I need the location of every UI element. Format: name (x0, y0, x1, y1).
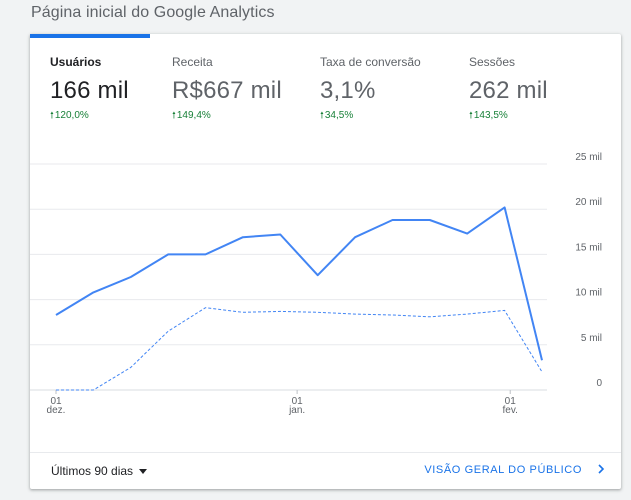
chevron-right-icon (598, 464, 605, 474)
y-tick-label: 10 mil (575, 288, 602, 299)
x-tick-label: jan. (288, 405, 305, 416)
y-tick-label: 20 mil (575, 197, 602, 208)
date-range-label: Últimos 90 dias (51, 464, 134, 478)
y-tick-label: 5 mil (581, 333, 602, 344)
y-tick-label: 15 mil (575, 242, 602, 253)
audience-overview-link[interactable]: VISÃO GERAL DO PÚBLICO (424, 464, 606, 476)
y-tick-label: 0 (596, 378, 602, 389)
page-title: Página inicial do Google Analytics (31, 4, 275, 21)
y-tick-label: 25 mil (575, 152, 602, 163)
x-tick-label: dez. (47, 405, 66, 416)
x-tick-label: fev. (503, 405, 518, 416)
analytics-card: Usuários 166 mil 🠕120,0% Receita R$667 m… (30, 34, 621, 489)
comparison-series-line (56, 307, 543, 391)
date-range-dropdown[interactable]: Últimos 90 dias (51, 464, 148, 478)
audience-overview-label: VISÃO GERAL DO PÚBLICO (424, 464, 582, 476)
users-line-chart: 25 mil20 mil15 mil10 mil5 mil001dez.01ja… (30, 152, 602, 416)
caret-down-icon (139, 469, 148, 475)
users-series-line (55, 206, 543, 361)
footer-divider (30, 452, 621, 453)
